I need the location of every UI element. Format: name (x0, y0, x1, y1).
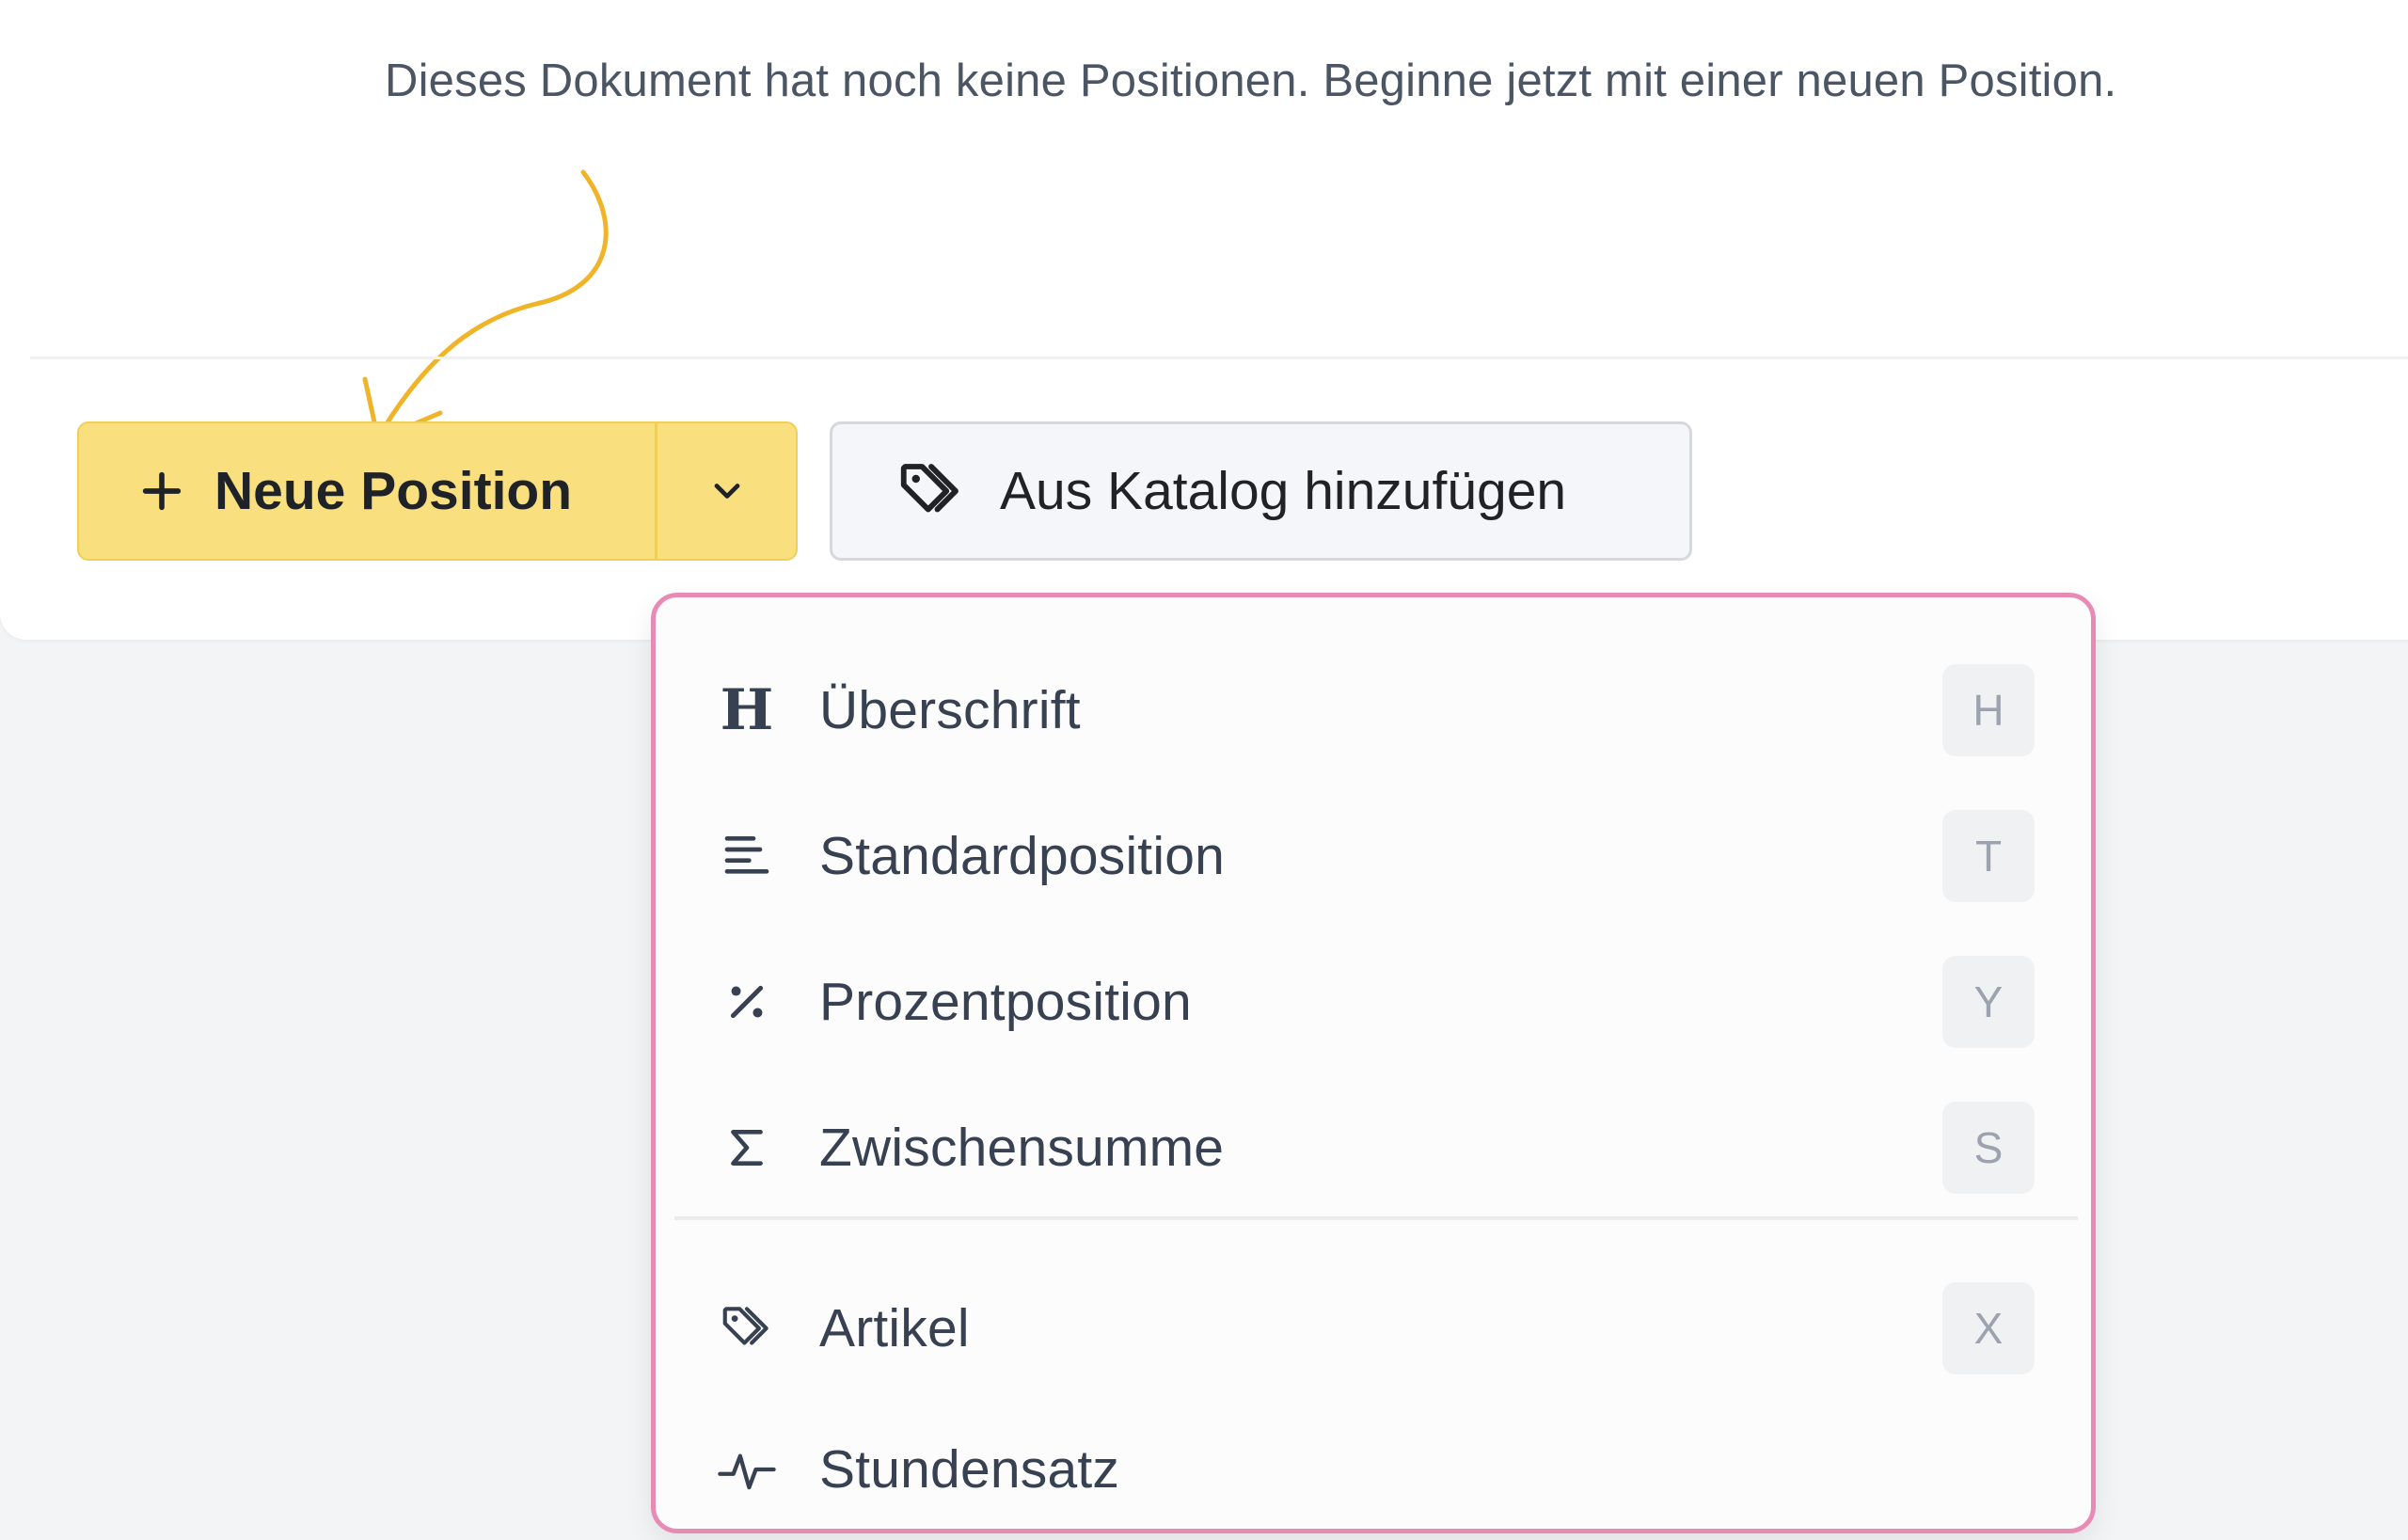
curved-arrow-icon (362, 169, 609, 442)
tag-icon (718, 1299, 776, 1357)
heading-icon: H (720, 677, 774, 743)
sigma-icon (718, 1119, 776, 1177)
shortcut-badge: X (1942, 1282, 2035, 1374)
percent-icon (718, 973, 776, 1031)
new-position-button-group: Neue Position (77, 421, 798, 561)
shortcut-badge: S (1942, 1102, 2035, 1194)
menu-item-article[interactable]: Artikel X (656, 1258, 2091, 1399)
menu-item-subtotal[interactable]: Zwischensumme S (656, 1077, 2091, 1218)
chevron-down-icon (714, 484, 739, 499)
shortcut-badge: Y (1942, 956, 2035, 1048)
new-position-dropdown-toggle[interactable] (655, 423, 796, 559)
new-position-button[interactable]: Neue Position (79, 423, 655, 559)
new-position-dropdown-menu: H Überschrift H Standardposition T Proze… (651, 593, 2096, 1533)
tag-icon (900, 464, 958, 513)
activity-icon (718, 1440, 776, 1499)
document-card: Dieses Dokument hat noch keine Positione… (0, 0, 2408, 640)
menu-item-label: Zwischensumme (819, 1118, 1225, 1178)
card-divider (30, 357, 2408, 359)
menu-item-hourly-rate[interactable]: Stundensatz (656, 1399, 2091, 1540)
shortcut-badge: H (1942, 664, 2035, 756)
add-from-catalog-label: Aus Katalog hinzufügen (1000, 461, 1567, 521)
text-lines-icon (718, 827, 776, 885)
menu-item-label: Stundensatz (819, 1439, 1120, 1500)
shortcut-badge: T (1942, 810, 2035, 902)
menu-divider (674, 1216, 2078, 1220)
empty-state-message: Dieses Dokument hat noch keine Positione… (385, 56, 2117, 106)
menu-item-heading[interactable]: H Überschrift H (656, 640, 2091, 781)
menu-item-label: Überschrift (819, 680, 1081, 740)
menu-item-label: Prozentposition (819, 972, 1192, 1032)
add-from-catalog-button[interactable]: Aus Katalog hinzufügen (830, 421, 1692, 561)
plus-icon (142, 471, 182, 511)
menu-item-percent-position[interactable]: Prozentposition Y (656, 931, 2091, 1072)
menu-item-label: Standardposition (819, 826, 1226, 886)
menu-item-standard-position[interactable]: Standardposition T (656, 786, 2091, 927)
new-position-label: Neue Position (214, 461, 573, 521)
menu-item-label: Artikel (819, 1298, 970, 1358)
